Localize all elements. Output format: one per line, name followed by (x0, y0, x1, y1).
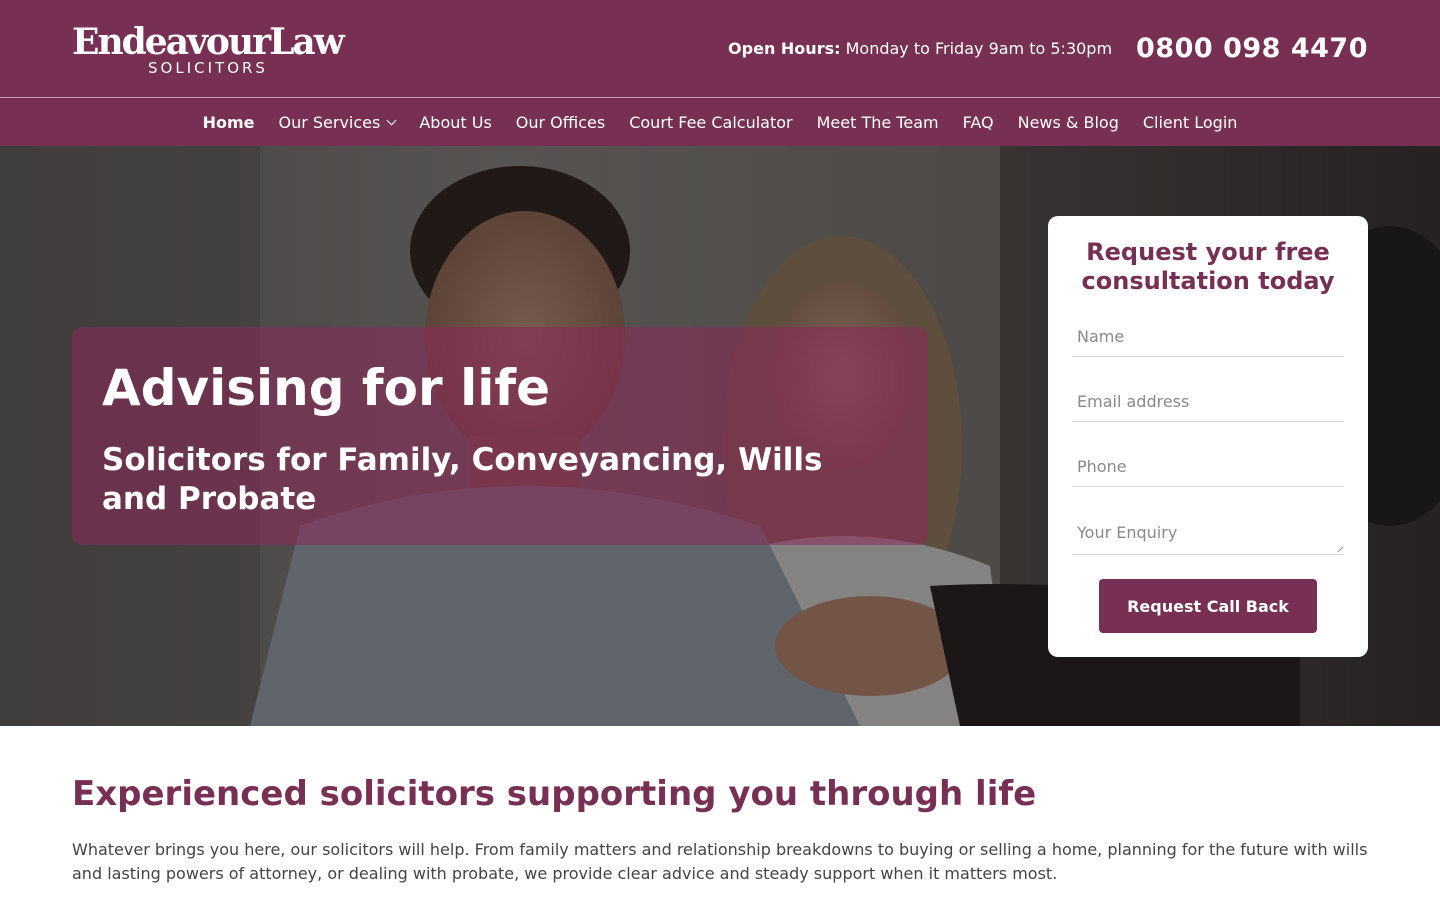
hero-text-panel: Advising for life Solicitors for Family,… (72, 327, 928, 545)
email-placeholder: Email address (1077, 391, 1190, 411)
nav-our-services-label: Our Services (278, 112, 381, 132)
site-logo[interactable]: EndeavourLaw SOLICITORS (72, 22, 345, 77)
hero-title: Advising for life (102, 359, 551, 417)
resize-grip-icon[interactable] (1332, 541, 1344, 553)
open-hours: Open Hours: Monday to Friday 9am to 5:30… (728, 39, 1112, 58)
name-field[interactable]: Name (1072, 316, 1344, 357)
nav-about-us[interactable]: About Us (407, 113, 503, 132)
header-contact: Open Hours: Monday to Friday 9am to 5:30… (728, 33, 1368, 64)
nav-our-services[interactable]: Our Services (266, 113, 407, 132)
intro-title: Experienced solicitors supporting you th… (72, 774, 1037, 814)
logo-wordmark: EndeavourLaw (72, 20, 345, 63)
nav-court-fee-calculator[interactable]: Court Fee Calculator (617, 113, 804, 132)
consultation-form: Request your free consultation today Nam… (1048, 216, 1368, 657)
phone-placeholder: Phone (1077, 456, 1127, 476)
intro-text: Whatever brings you here, our solicitors… (72, 840, 1368, 883)
nav-faq[interactable]: FAQ (951, 113, 1006, 132)
nav-meet-the-team[interactable]: Meet The Team (805, 113, 951, 132)
hero-subtitle: Solicitors for Family, Conveyancing, Wil… (102, 442, 823, 517)
enquiry-placeholder: Your Enquiry (1077, 523, 1178, 542)
nav-home[interactable]: Home (191, 113, 267, 132)
email-field[interactable]: Email address (1072, 381, 1344, 422)
site-header: EndeavourLaw SOLICITORS Open Hours: Mond… (0, 0, 1440, 98)
open-hours-label: Open Hours: (728, 39, 841, 58)
logo-tagline: SOLICITORS (148, 58, 268, 77)
enquiry-textarea[interactable]: Your Enquiry (1072, 511, 1344, 555)
request-call-back-button[interactable]: Request Call Back (1099, 579, 1317, 633)
phone-field[interactable]: Phone (1072, 446, 1344, 487)
form-title: Request your free consultation today (1081, 238, 1335, 295)
nav-news-blog[interactable]: News & Blog (1006, 113, 1131, 132)
hero-section: Advising for life Solicitors for Family,… (0, 146, 1440, 726)
main-navigation: Home Our Services About Us Our Offices C… (0, 98, 1440, 146)
nav-our-offices[interactable]: Our Offices (504, 113, 617, 132)
phone-number-link[interactable]: 0800 098 4470 (1136, 33, 1368, 64)
intro-section: Experienced solicitors supporting you th… (0, 726, 1440, 886)
chevron-down-icon (386, 115, 397, 125)
open-hours-value: Monday to Friday 9am to 5:30pm (845, 39, 1113, 58)
nav-client-login[interactable]: Client Login (1131, 113, 1250, 132)
name-placeholder: Name (1077, 326, 1125, 346)
